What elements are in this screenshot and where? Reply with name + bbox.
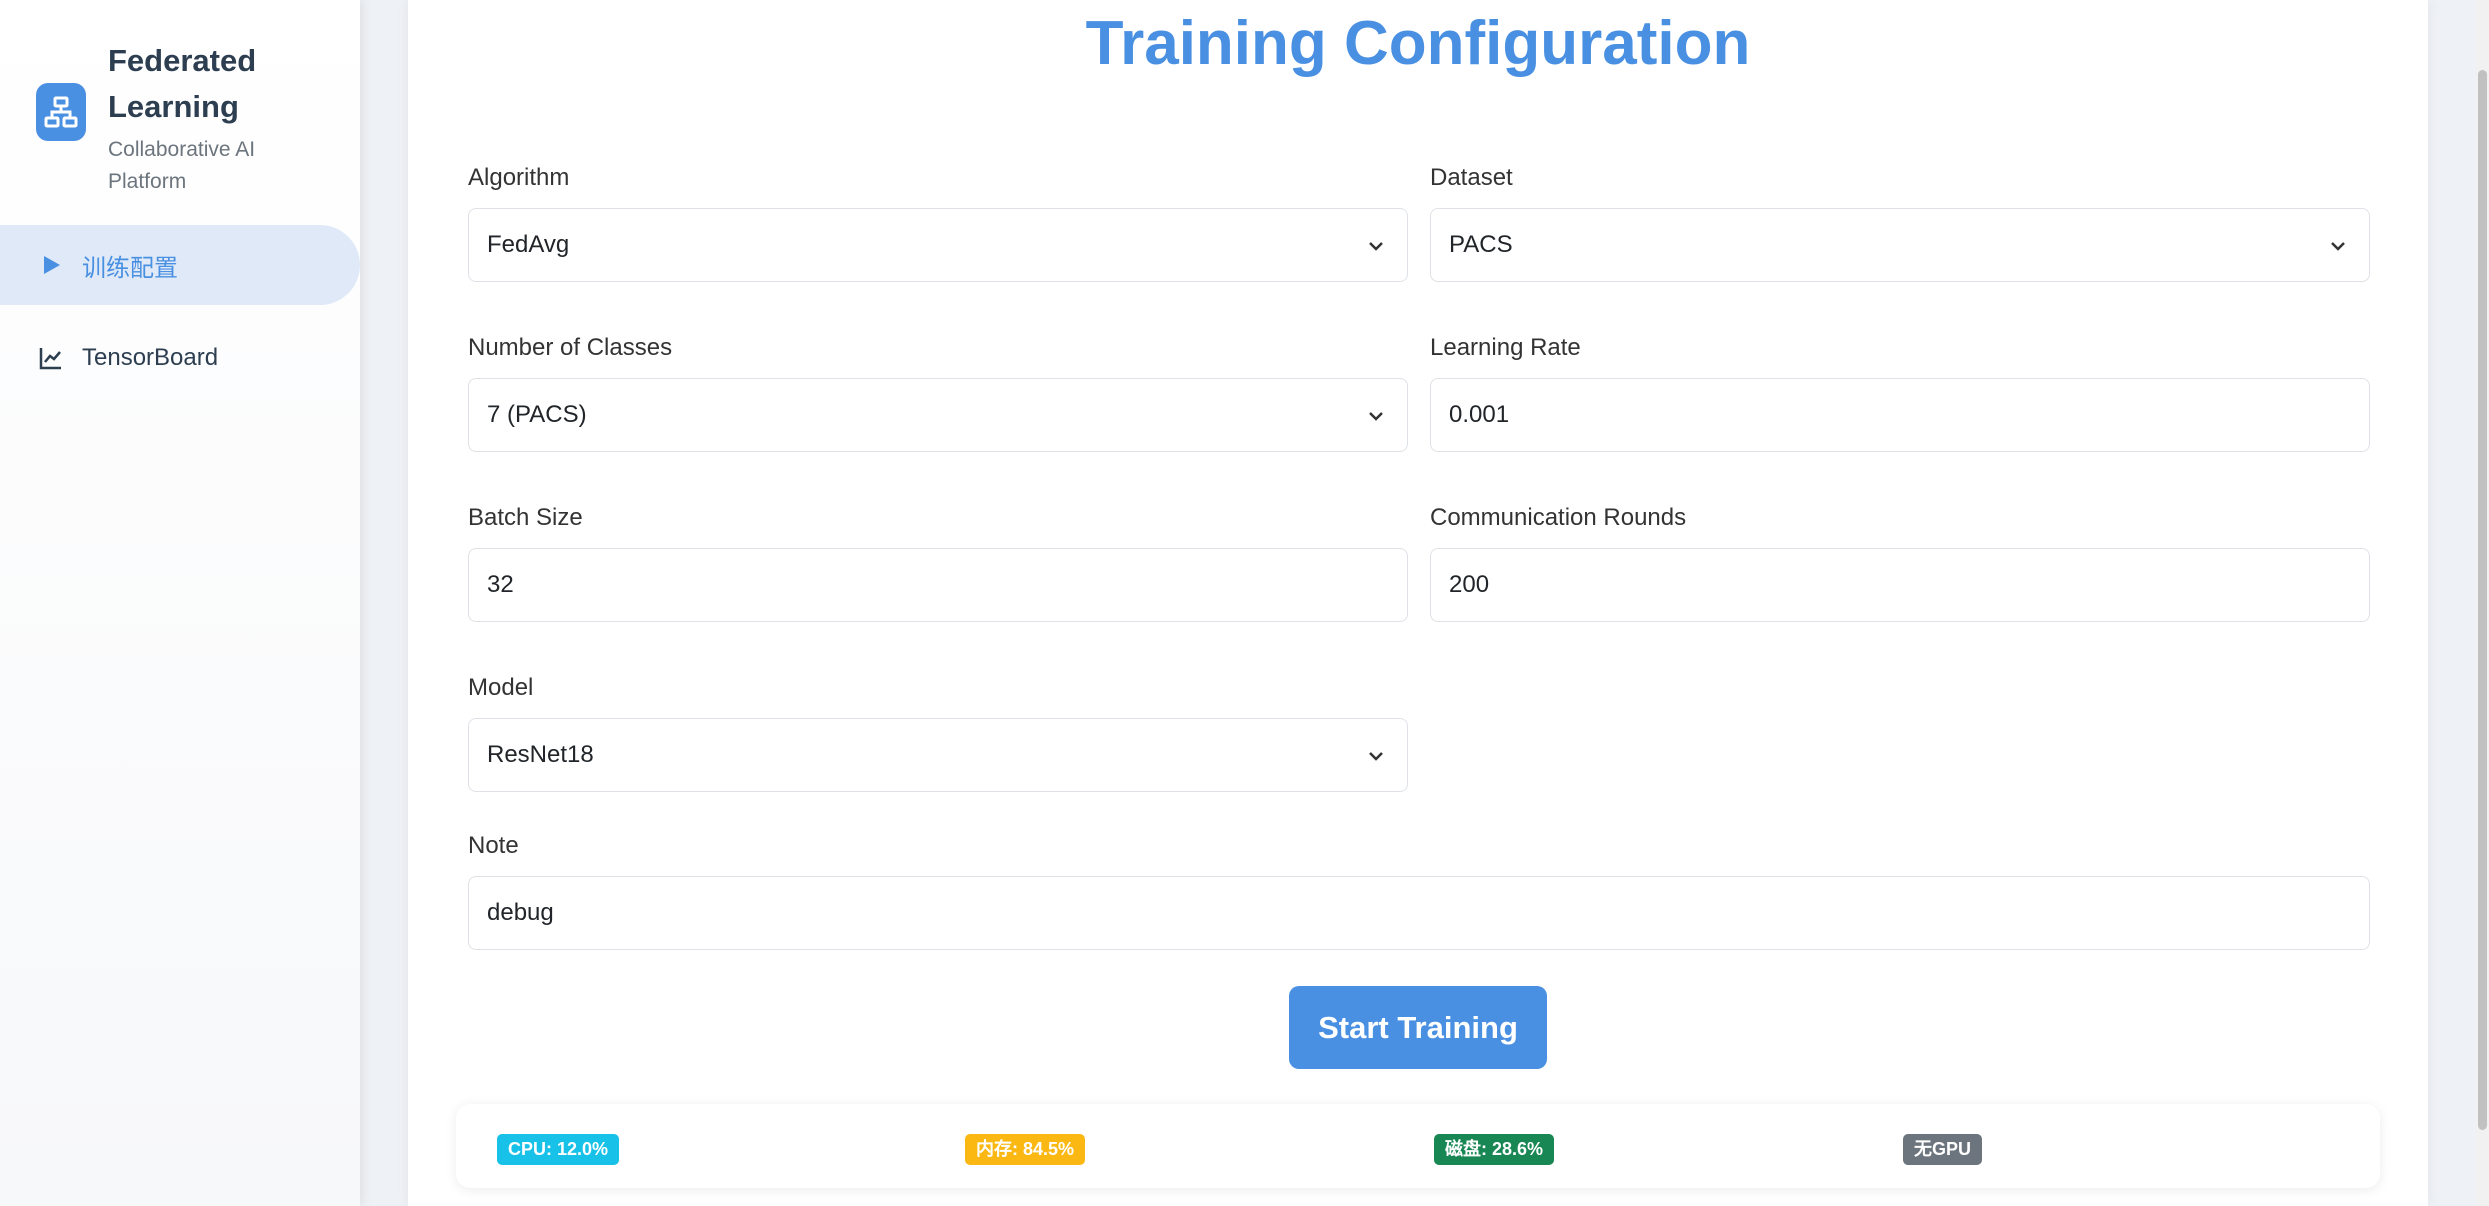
chevron-down-icon <box>2331 242 2345 251</box>
brand-title: Federated Learning <box>108 43 257 124</box>
algorithm-select[interactable]: FedAvg <box>468 208 1408 282</box>
sidebar-item-training-config[interactable]: 训练配置 <box>0 225 360 305</box>
brand: Federated Learning Collaborative AI Plat… <box>36 38 288 198</box>
start-training-button[interactable]: Start Training <box>1289 986 1547 1069</box>
chevron-down-icon <box>1369 752 1383 761</box>
algorithm-field: Algorithm FedAvg <box>468 158 1408 282</box>
line-chart-icon <box>38 345 64 371</box>
learning-rate-input[interactable]: 0.001 <box>1430 378 2370 452</box>
sidebar: Federated Learning Collaborative AI Plat… <box>0 0 360 1206</box>
page-scrollbar[interactable] <box>2476 0 2489 1206</box>
note-input[interactable]: debug <box>468 876 2370 950</box>
model-value: ResNet18 <box>487 741 594 768</box>
network-icon <box>36 83 86 141</box>
rounds-input[interactable]: 200 <box>1430 548 2370 622</box>
chevron-down-icon <box>1369 242 1383 251</box>
dataset-value: PACS <box>1449 231 1513 258</box>
batch-size-label: Batch Size <box>468 504 583 531</box>
algorithm-value: FedAvg <box>487 231 570 258</box>
num-classes-label: Number of Classes <box>468 334 673 361</box>
learning-rate-label: Learning Rate <box>1430 334 1581 361</box>
batch-size-field: Batch Size 32 <box>468 498 1408 622</box>
scrollbar-thumb[interactable] <box>2478 70 2487 1130</box>
model-field: Model ResNet18 <box>468 668 1408 792</box>
disk-badge: 磁盘: 28.6% <box>1434 1134 1555 1165</box>
dataset-label: Dataset <box>1430 164 1513 191</box>
sidebar-item-label: 训练配置 <box>82 254 178 282</box>
sidebar-item-label: TensorBoard <box>82 344 219 371</box>
learning-rate-field: Learning Rate 0.001 <box>1430 328 2370 452</box>
gpu-badge: 无GPU <box>1903 1134 1983 1165</box>
cpu-badge: CPU: 12.0% <box>497 1134 620 1165</box>
num-classes-field: Number of Classes 7 (PACS) <box>468 328 1408 452</box>
note-value: debug <box>487 899 554 926</box>
batch-size-value: 32 <box>487 571 514 598</box>
system-status-bar: CPU: 12.0% 内存: 84.5% 磁盘: 28.6% 无GPU <box>456 1104 2380 1188</box>
dataset-field: Dataset PACS <box>1430 158 2370 282</box>
note-field: Note debug <box>468 826 2370 950</box>
main-panel: Training Configuration Algorithm FedAvg … <box>408 0 2428 1206</box>
num-classes-select[interactable]: 7 (PACS) <box>468 378 1408 452</box>
rounds-label: Communication Rounds <box>1430 504 1687 531</box>
brand-subtitle: Collaborative AI Platform <box>108 138 256 193</box>
rounds-value: 200 <box>1449 571 1490 598</box>
batch-size-input[interactable]: 32 <box>468 548 1408 622</box>
learning-rate-value: 0.001 <box>1449 401 1510 428</box>
model-label: Model <box>468 674 534 701</box>
note-label: Note <box>468 832 519 859</box>
model-select[interactable]: ResNet18 <box>468 718 1408 792</box>
dataset-select[interactable]: PACS <box>1430 208 2370 282</box>
rounds-field: Communication Rounds 200 <box>1430 498 2370 622</box>
memory-badge: 内存: 84.5% <box>965 1134 1086 1165</box>
algorithm-label: Algorithm <box>468 164 570 191</box>
play-icon <box>38 252 64 278</box>
sidebar-item-tensorboard[interactable]: TensorBoard <box>0 318 360 398</box>
chevron-down-icon <box>1369 412 1383 421</box>
page-title: Training Configuration <box>1085 9 1751 78</box>
num-classes-value: 7 (PACS) <box>487 401 587 428</box>
